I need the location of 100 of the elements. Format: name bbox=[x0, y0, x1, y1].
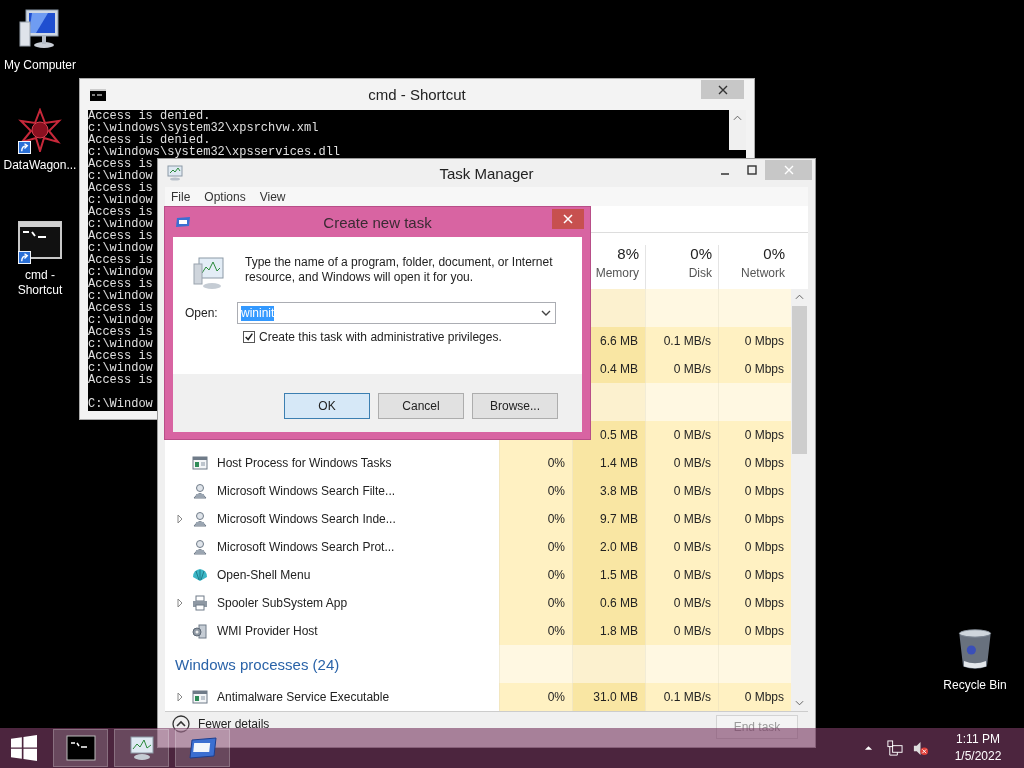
icon-label: Recycle Bin bbox=[943, 678, 1007, 693]
console-line: Access is denied. bbox=[88, 134, 211, 146]
table-cell: 0 Mbps bbox=[718, 505, 791, 533]
window-title: cmd - Shortcut bbox=[368, 86, 466, 103]
console-line: Access is denied. bbox=[88, 110, 211, 122]
close-button[interactable] bbox=[701, 80, 744, 99]
table-cell: 0 Mbps bbox=[718, 449, 791, 477]
console-line: C:\Window bbox=[88, 398, 153, 410]
table-cell: 0% bbox=[499, 561, 572, 589]
table-cell: 0 Mbps bbox=[718, 533, 791, 561]
console-line: c:\window bbox=[88, 194, 153, 206]
process-name: Microsoft Windows Search Filte... bbox=[217, 484, 396, 498]
shell-icon bbox=[192, 567, 208, 583]
table-cell: 1.5 MB bbox=[572, 561, 645, 589]
scroll-thumb[interactable] bbox=[792, 306, 807, 454]
menu-item[interactable]: File bbox=[165, 189, 199, 204]
table-cell: 0 MB/s bbox=[645, 617, 718, 645]
icon-label: My Computer bbox=[4, 58, 76, 73]
console-line: c:\window bbox=[88, 362, 153, 374]
process-name: Open-Shell Menu bbox=[217, 568, 311, 582]
table-cell: 1.4 MB bbox=[572, 449, 645, 477]
expand-arrow-icon[interactable] bbox=[177, 692, 183, 702]
console-line: c:\window bbox=[88, 314, 153, 326]
icon-label: DataWagon... bbox=[3, 158, 77, 173]
window-title: Task Manager bbox=[439, 164, 534, 182]
console-line: Access is bbox=[88, 254, 153, 266]
table-cell: 0.1 MB/s bbox=[645, 683, 718, 711]
table-cell: 0% bbox=[499, 533, 572, 561]
table-cell: 0% bbox=[499, 449, 572, 477]
dialog-title: Create new task bbox=[323, 213, 432, 231]
table-cell: 0 MB/s bbox=[645, 533, 718, 561]
scrollbar[interactable] bbox=[791, 289, 808, 711]
close-icon bbox=[563, 214, 573, 224]
taskbar-app-button[interactable] bbox=[53, 729, 108, 767]
network-icon[interactable] bbox=[886, 739, 903, 757]
console-line: c:\window bbox=[88, 290, 153, 302]
close-button[interactable] bbox=[552, 209, 584, 229]
table-cell: 0 MB/s bbox=[645, 449, 718, 477]
maximize-icon bbox=[746, 165, 757, 175]
dialog-button[interactable]: Browse... bbox=[472, 393, 558, 419]
console-line: c:\window bbox=[88, 218, 153, 230]
console-line: Access is bbox=[88, 302, 153, 314]
user-computer-icon bbox=[192, 483, 208, 499]
expand-arrow-icon[interactable] bbox=[177, 598, 183, 608]
process-name: WMI Provider Host bbox=[217, 624, 318, 638]
console-line: c:\windows\system32\xpsservices.dll bbox=[88, 146, 341, 158]
close-icon bbox=[717, 84, 728, 95]
checkmark-icon bbox=[244, 332, 254, 342]
muted-speaker-icon[interactable] bbox=[912, 739, 929, 757]
console-line: Access is bbox=[88, 326, 153, 338]
table-cell: 0% bbox=[499, 477, 572, 505]
table-cell: 0 MB/s bbox=[645, 477, 718, 505]
menu-item[interactable]: View bbox=[253, 189, 294, 204]
shortcut-arrow-icon bbox=[18, 251, 31, 264]
printer-icon bbox=[192, 595, 208, 611]
process-name: Spooler SubSystem App bbox=[217, 596, 348, 610]
table-cell: 31.0 MB bbox=[572, 683, 645, 711]
table-cell: 0% bbox=[499, 683, 572, 711]
dialog-button[interactable]: OK bbox=[284, 393, 370, 419]
dialog-button[interactable]: Cancel bbox=[378, 393, 464, 419]
taskbar-app-button[interactable] bbox=[114, 729, 169, 767]
column-label: Network bbox=[741, 266, 785, 280]
table-cell: 0 Mbps bbox=[718, 327, 791, 355]
table-cell: 0% bbox=[499, 505, 572, 533]
menu-item[interactable]: Options bbox=[198, 189, 254, 204]
expand-arrow-icon[interactable] bbox=[177, 514, 183, 524]
show-hidden-icons-icon[interactable] bbox=[864, 745, 873, 751]
console-line: Access is bbox=[88, 230, 153, 242]
icon-label: cmd - Shortcut bbox=[16, 268, 64, 298]
table-cell: 0 Mbps bbox=[718, 355, 791, 383]
console-line: c:\window bbox=[88, 266, 153, 278]
table-cell: 3.8 MB bbox=[572, 477, 645, 505]
taskbar-app-button[interactable] bbox=[175, 729, 230, 767]
table-cell: 1.8 MB bbox=[572, 617, 645, 645]
window-icon bbox=[175, 216, 191, 228]
fewer-details-button[interactable]: Fewer details bbox=[172, 715, 270, 733]
usage-percent: 0% bbox=[763, 245, 785, 262]
shortcut-arrow-icon bbox=[18, 141, 31, 154]
user-computer-icon bbox=[192, 539, 208, 555]
process-name: Microsoft Windows Search Prot... bbox=[217, 540, 395, 554]
table-cell: 0 Mbps bbox=[718, 683, 791, 711]
instruction-text: Type the name of a program, folder, document, or Internet resource, and Windows will open it for you. bbox=[245, 255, 554, 285]
clock[interactable]: 1:11 PM 1/5/2022 bbox=[944, 731, 1012, 765]
table-cell: 0% bbox=[499, 617, 572, 645]
table-cell: 0 Mbps bbox=[718, 561, 791, 589]
column-label: Disk bbox=[688, 266, 712, 280]
console-icon bbox=[90, 88, 106, 101]
monitor-chart-icon bbox=[193, 255, 227, 291]
checkbox[interactable] bbox=[243, 331, 255, 343]
table-cell: 0 Mbps bbox=[718, 617, 791, 645]
table-cell: 0.6 MB bbox=[572, 589, 645, 617]
monitor-chart-icon bbox=[166, 165, 184, 181]
console-line: Access is bbox=[88, 206, 153, 218]
table-cell: 0% bbox=[499, 589, 572, 617]
table-cell: 0 MB/s bbox=[645, 505, 718, 533]
process-name: Antimalware Service Executable bbox=[217, 690, 390, 704]
field-label: Open: bbox=[185, 306, 219, 320]
console-line: Access is bbox=[88, 350, 153, 362]
clock-time: 1:11 PM bbox=[956, 731, 1000, 748]
console-line: c:\window bbox=[88, 242, 153, 254]
